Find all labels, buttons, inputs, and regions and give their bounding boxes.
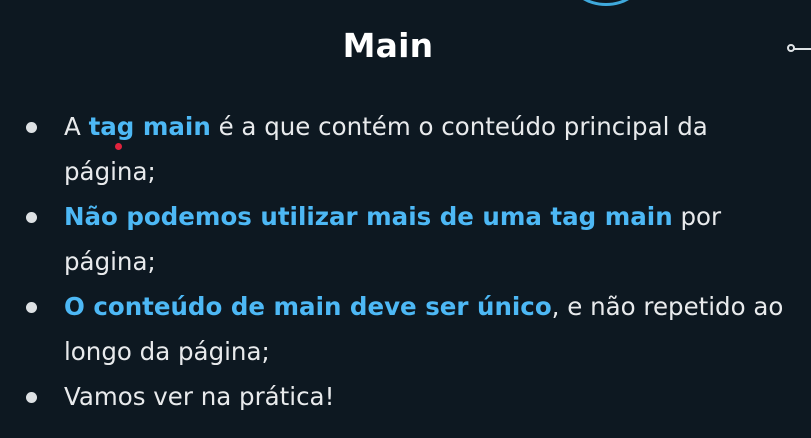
bullet-text: A tag main é a que contém o conteúdo pri…: [64, 112, 708, 186]
highlighted-term: tag main: [88, 112, 211, 141]
highlighted-term: Não podemos utilizar mais de uma tag mai…: [64, 202, 673, 231]
bullet-marker: [26, 302, 37, 313]
bullet-text: Não podemos utilizar mais de uma tag mai…: [64, 202, 721, 276]
bullet-text-segment: A: [64, 112, 89, 141]
bullet-text: Vamos ver na prática!: [64, 382, 334, 411]
bullet-item: Não podemos utilizar mais de uma tag mai…: [0, 194, 800, 284]
bullet-item: Vamos ver na prática!: [0, 374, 800, 419]
bullet-text-segment: Vamos ver na prática!: [64, 382, 335, 411]
annotation-pointer-dot: [115, 143, 122, 150]
slide: Main A tag main é a que contém o conteúd…: [0, 0, 811, 438]
bullet-list: A tag main é a que contém o conteúdo pri…: [0, 104, 800, 419]
decorative-dot: [787, 44, 795, 52]
bullet-marker: [26, 392, 37, 403]
bullet-marker: [26, 122, 37, 133]
bullet-text: O conteúdo de main deve ser único, e não…: [64, 292, 783, 366]
decorative-circle: [570, 0, 642, 6]
bullet-item: O conteúdo de main deve ser único, e não…: [0, 284, 800, 374]
highlighted-term: O conteúdo de main deve ser único: [64, 292, 552, 321]
slide-title: Main: [342, 26, 434, 65]
bullet-marker: [26, 212, 37, 223]
